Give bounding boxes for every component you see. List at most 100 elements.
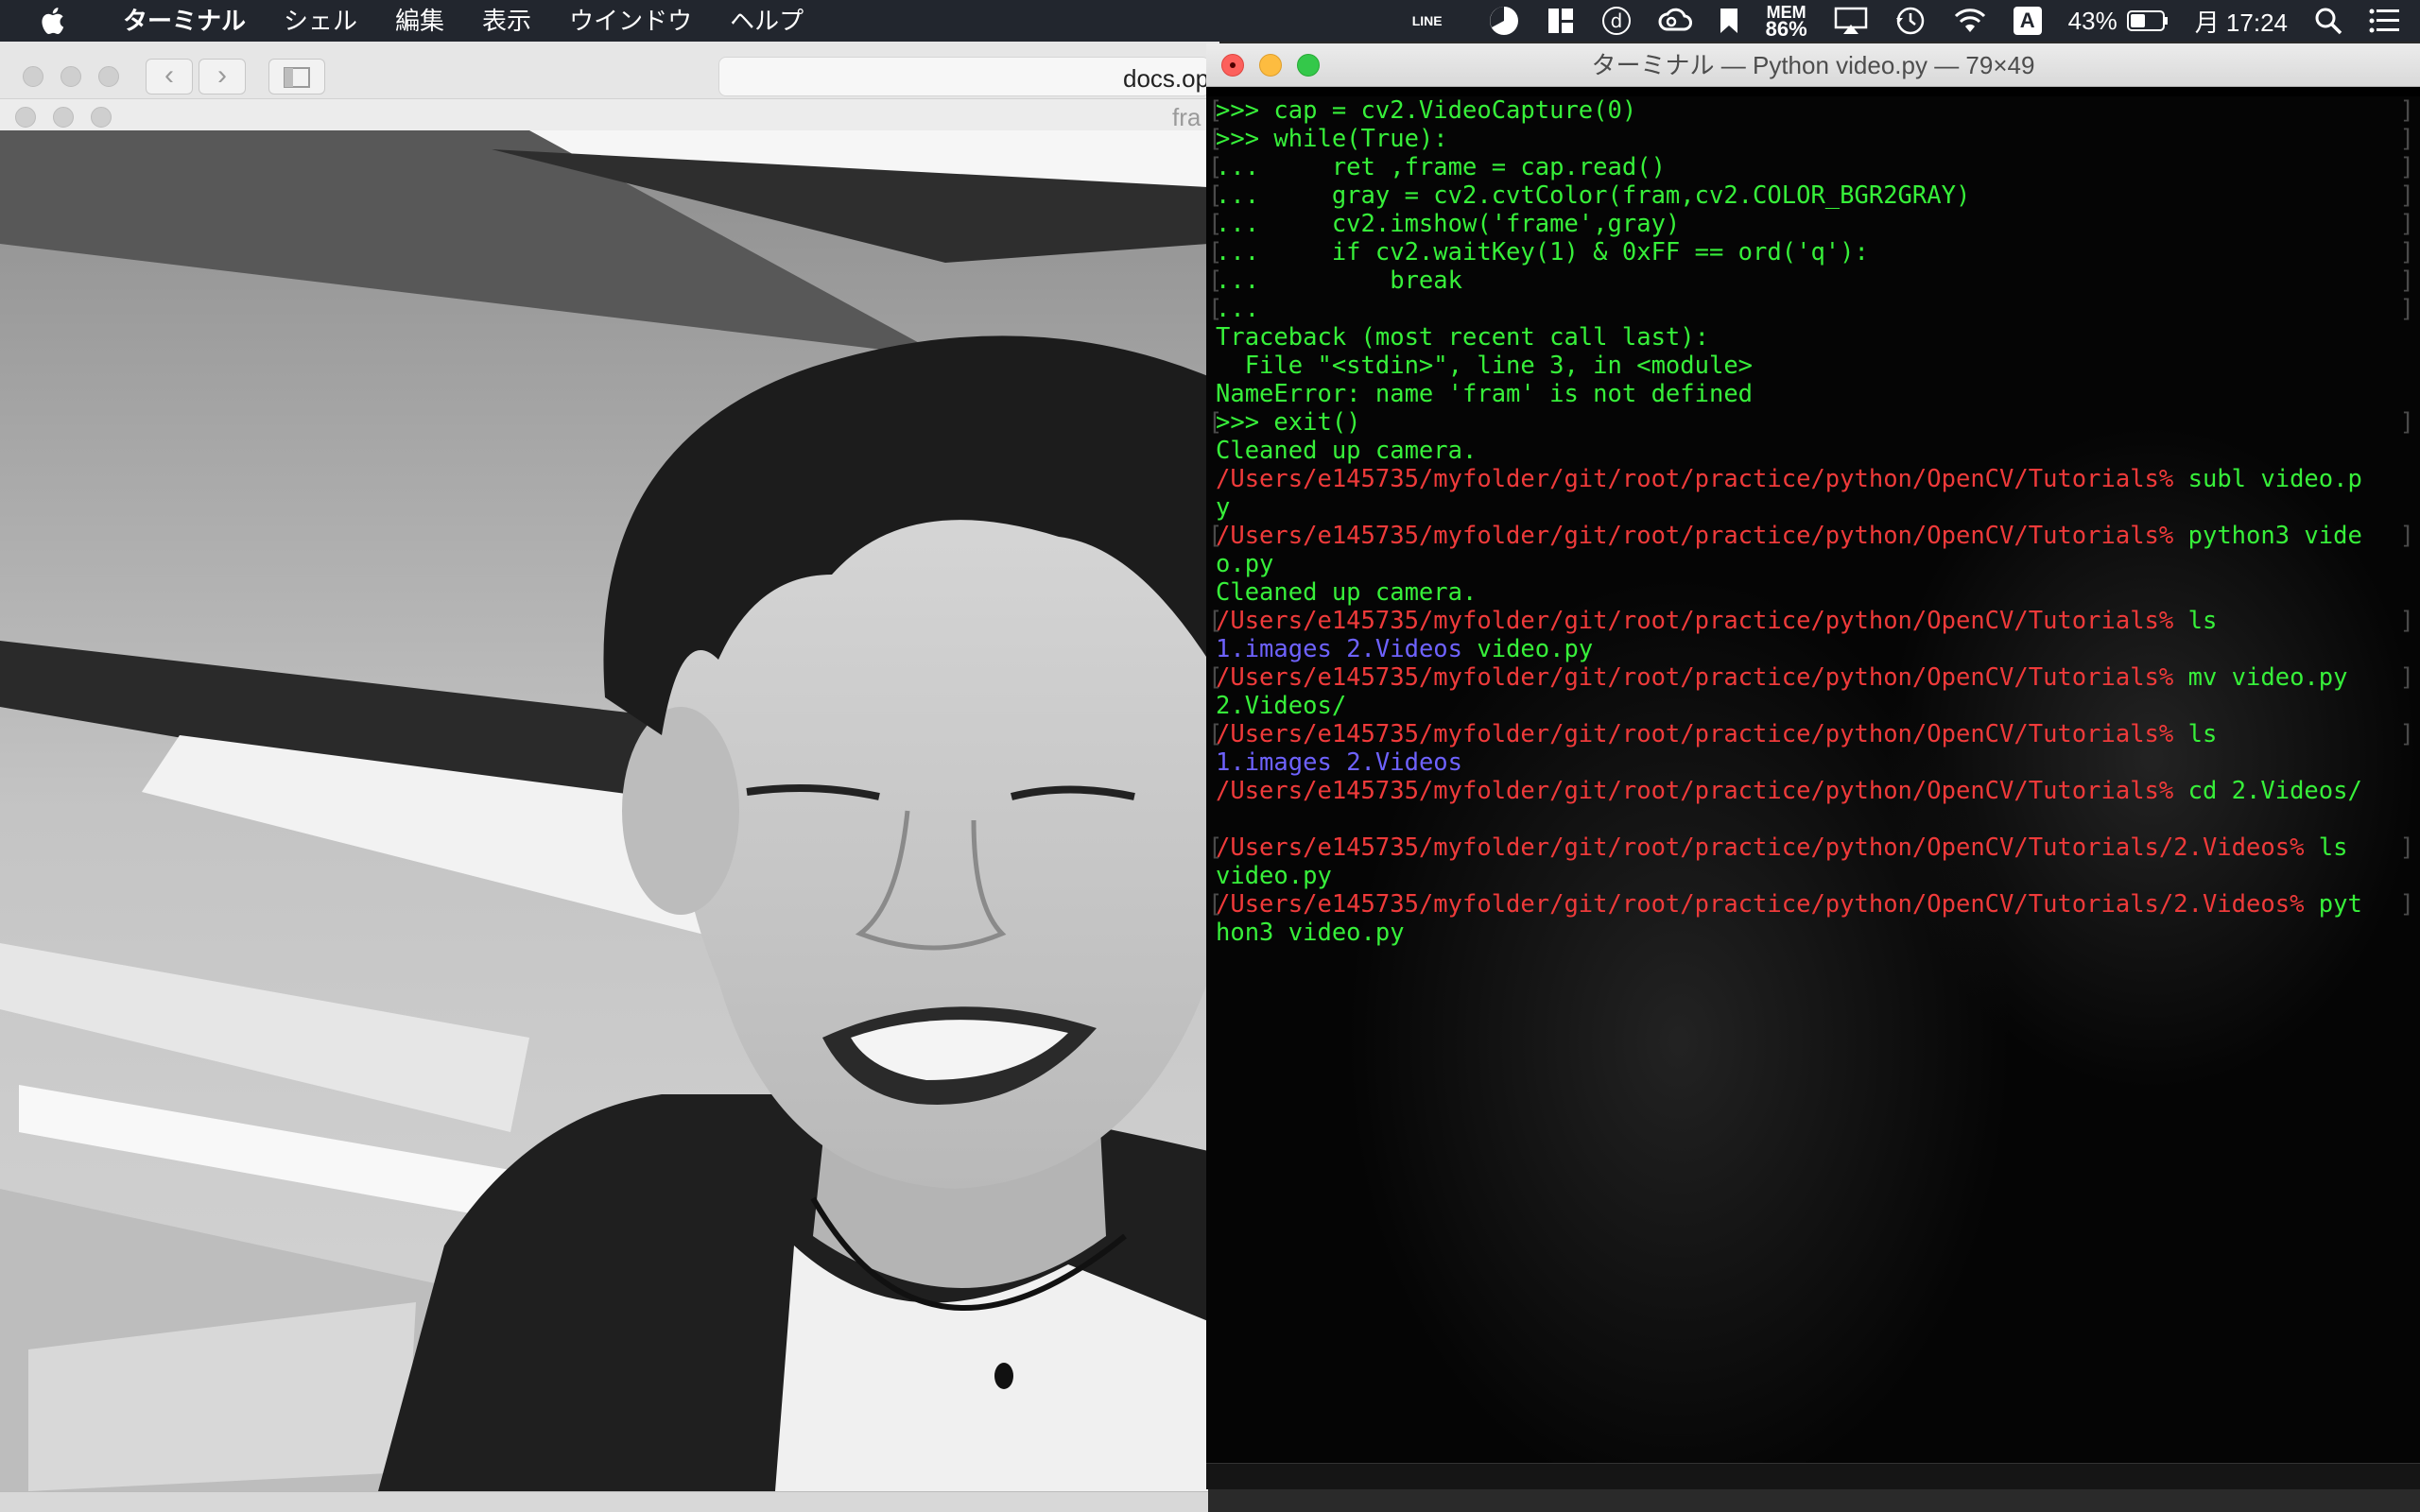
terminal-text-segment: ... gray = cv2.cvtColor(fram,cv2.COLOR_B… xyxy=(1216,181,1971,210)
terminal-text-segment: /Users/e145735/myfolder/git/root/practic… xyxy=(1216,890,2319,919)
line-mark-right: ] xyxy=(2399,890,2414,919)
browser-window-controls xyxy=(23,66,119,87)
spotlight-icon[interactable] xyxy=(2301,0,2356,42)
sidebar-toggle-button[interactable] xyxy=(268,59,325,94)
forward-button[interactable]: › xyxy=(199,59,246,94)
creative-cloud-icon[interactable] xyxy=(1645,0,1705,42)
window-layout-icon[interactable] xyxy=(1533,0,1588,42)
terminal-line: Cleaned up camera. xyxy=(1216,437,2420,465)
bookmark-icon[interactable] xyxy=(1705,0,1753,42)
memory-monitor-icon[interactable]: MEM 86% xyxy=(1753,0,1821,42)
line-mark-left: [ xyxy=(1208,408,1223,437)
terminal-line: [] ... if cv2.waitKey(1) & 0xFF == ord('q… xyxy=(1208,238,2420,266)
terminal-line: 2.Videos/ xyxy=(1216,692,2420,720)
terminal-text-segment: ... if cv2.waitKey(1) & 0xFF == ord('q')… xyxy=(1216,238,1869,266)
camera-minimize-button[interactable] xyxy=(53,107,74,128)
d-circle-icon[interactable]: d xyxy=(1588,0,1645,42)
line-mark-left: [ xyxy=(1208,210,1223,238)
back-button[interactable]: ‹ xyxy=(146,59,193,94)
battery-percent[interactable]: 43% xyxy=(2055,0,2123,42)
line-mark-right: ] xyxy=(2399,522,2414,550)
airplay-icon[interactable] xyxy=(1821,0,1881,42)
line-mark-right: ] xyxy=(2399,607,2414,635)
terminal-titlebar[interactable]: ターミナル — Python video.py — 79×49 xyxy=(1206,43,2420,87)
line-mark-left: [ xyxy=(1208,607,1223,635)
apple-icon[interactable] xyxy=(0,0,104,42)
terminal-line: 1.images 2.Videos xyxy=(1216,748,2420,777)
camera-close-button[interactable] xyxy=(15,107,36,128)
line-mark-left: [ xyxy=(1208,96,1223,125)
terminal-line: [] >>> while(True): xyxy=(1208,125,2420,153)
menu-shell[interactable]: シェル xyxy=(265,0,376,42)
terminal-text-segment: /Users/e145735/myfolder/git/root/practic… xyxy=(1216,663,2188,692)
wifi-icon[interactable] xyxy=(1940,0,2000,42)
terminal-text-segment: >>> cap = cv2.VideoCapture(0) xyxy=(1216,96,1637,125)
terminal-statusbar xyxy=(1206,1463,2420,1489)
status-menus: LINE d MEM 86% A 43% 月 17:24 xyxy=(1399,0,2420,42)
terminal-line: [] ... cv2.imshow('frame',gray) xyxy=(1208,210,2420,238)
line-mark-left: [ xyxy=(1208,295,1223,323)
line-mark-right: ] xyxy=(2399,153,2414,181)
line-mark-right: ] xyxy=(2399,663,2414,692)
line-mark-left: [ xyxy=(1208,153,1223,181)
terminal-line: 1.images 2.Videos video.py xyxy=(1216,635,2420,663)
browser-window: ‹ › docs.op fra xyxy=(0,42,1219,136)
line-mark-left: [ xyxy=(1208,890,1223,919)
terminal-line: y xyxy=(1216,493,2420,522)
browser-minimize-button[interactable] xyxy=(60,66,81,87)
terminal-line: Cleaned up camera. xyxy=(1216,578,2420,607)
terminal-text-segment: /Users/e145735/myfolder/git/root/practic… xyxy=(1216,777,2188,805)
menu-view[interactable]: 表示 xyxy=(463,0,550,42)
pie-clock-icon[interactable] xyxy=(1475,0,1533,42)
clock[interactable]: 月 17:24 xyxy=(2182,0,2301,42)
terminal-text-segment: NameError: name 'fram' is not defined xyxy=(1216,380,1754,408)
browser-close-button[interactable] xyxy=(23,66,43,87)
address-bar-text: docs.op xyxy=(1123,64,1210,93)
terminal-text-segment: 1.images xyxy=(1216,748,1332,777)
menu-help[interactable]: ヘルプ xyxy=(711,0,822,42)
window-bottom-strip xyxy=(0,1491,1208,1512)
camera-zoom-button[interactable] xyxy=(91,107,112,128)
terminal-text-segment: subl video.p xyxy=(2187,465,2362,493)
terminal-line: [] /Users/e145735/myfolder/git/root/pract… xyxy=(1208,607,2420,635)
terminal-line: [] ... gray = cv2.cvtColor(fram,cv2.COLOR… xyxy=(1208,181,2420,210)
terminal-title: ターミナル — Python video.py — 79×49 xyxy=(1591,51,2035,79)
svg-text:d: d xyxy=(1610,9,1622,32)
menu-app-name[interactable]: ターミナル xyxy=(104,0,265,42)
line-mark-left: [ xyxy=(1208,266,1223,295)
menu-edit[interactable]: 編集 xyxy=(376,0,463,42)
terminal-output[interactable]: [] >>> cap = cv2.VideoCapture(0)[] >>> whi… xyxy=(1206,96,2420,1489)
camera-frame xyxy=(0,130,1208,1491)
terminal-line: [] >>> cap = cv2.VideoCapture(0) xyxy=(1208,96,2420,125)
browser-zoom-button[interactable] xyxy=(98,66,119,87)
line-mark-right: ] xyxy=(2399,238,2414,266)
time-machine-icon[interactable] xyxy=(1881,0,1940,42)
terminal-text-segment: >>> exit() xyxy=(1216,408,1361,437)
terminal-line: [] ... ret ,frame = cap.read() xyxy=(1208,153,2420,181)
line-icon[interactable]: LINE xyxy=(1399,0,1475,42)
terminal-line: NameError: name 'fram' is not defined xyxy=(1216,380,2420,408)
menu-window[interactable]: ウインドウ xyxy=(550,0,711,42)
notification-center-icon[interactable] xyxy=(2356,0,2420,42)
line-mark-right: ] xyxy=(2399,720,2414,748)
battery-icon[interactable] xyxy=(2123,0,2182,42)
terminal-text-segment: cd 2.Videos/ xyxy=(2187,777,2362,805)
terminal-line: [] /Users/e145735/myfolder/git/root/pract… xyxy=(1208,890,2420,919)
terminal-text-segment: /Users/e145735/myfolder/git/root/practic… xyxy=(1216,720,2188,748)
terminal-text-segment: >>> while(True): xyxy=(1216,125,1448,153)
terminal-line: []... xyxy=(1208,295,2420,323)
camera-window-title: fra xyxy=(1172,103,1201,131)
camera-window-controls xyxy=(15,107,112,128)
terminal-text-segment: ... cv2.imshow('frame',gray) xyxy=(1216,210,1681,238)
terminal-text-segment: o.py xyxy=(1216,550,1274,578)
line-mark-left: [ xyxy=(1208,181,1223,210)
terminal-text-segment: ls xyxy=(2187,607,2218,635)
terminal-line: File "<stdin>", line 3, in <module> xyxy=(1216,352,2420,380)
terminal-line: /Users/e145735/myfolder/git/root/practic… xyxy=(1216,465,2420,493)
terminal-text-segment: 1.images xyxy=(1216,635,1332,663)
menu-bar: ターミナル シェル 編集 表示 ウインドウ ヘルプ LINE d MEM 86% xyxy=(0,0,2420,42)
input-source-icon[interactable]: A xyxy=(2000,0,2055,42)
terminal-line: /Users/e145735/myfolder/git/root/practic… xyxy=(1216,777,2420,805)
